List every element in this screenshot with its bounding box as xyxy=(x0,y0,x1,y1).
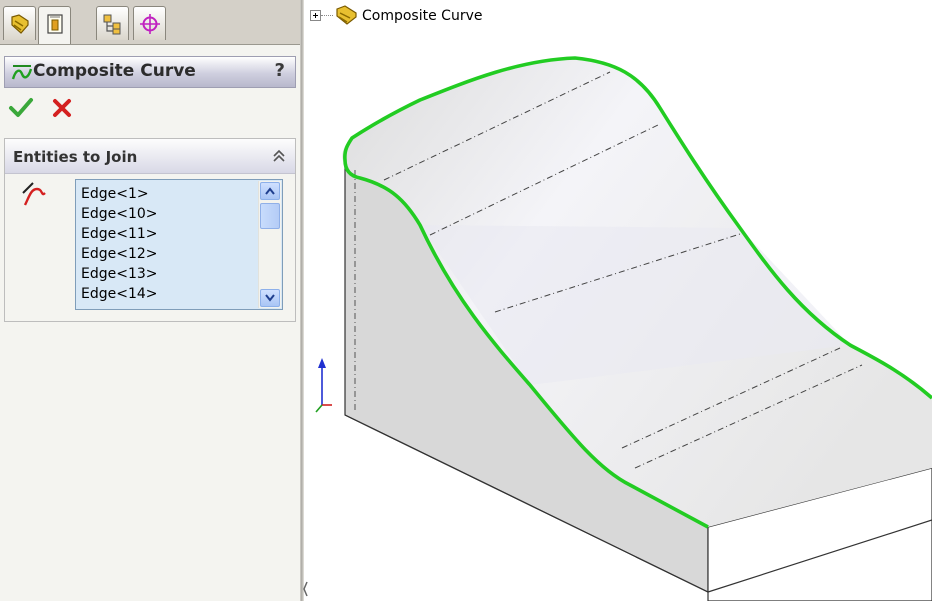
expand-icon[interactable] xyxy=(310,10,321,21)
edge-selection-icon xyxy=(22,182,46,206)
cancel-button[interactable] xyxy=(50,96,74,124)
panel-tabs xyxy=(0,0,300,45)
property-manager-title: Composite Curve xyxy=(33,61,196,81)
scroll-down-button[interactable] xyxy=(260,289,280,307)
group-title: Entities to Join xyxy=(13,148,138,166)
part-feature-icon xyxy=(336,5,357,25)
chevron-up-icon xyxy=(265,187,275,195)
feature-tree-icon xyxy=(11,14,29,34)
composite-curve-icon xyxy=(11,65,33,80)
list-item[interactable]: Edge<11> xyxy=(81,224,282,244)
ok-button[interactable] xyxy=(8,96,34,124)
feature-tree-item[interactable]: Composite Curve xyxy=(306,4,526,28)
action-buttons xyxy=(6,94,86,124)
scroll-up-button[interactable] xyxy=(260,182,280,200)
list-item[interactable]: Edge<14> xyxy=(81,284,282,304)
propertymanager-tab[interactable] xyxy=(38,6,71,44)
checkmark-icon xyxy=(9,98,33,117)
double-chevron-up-icon[interactable] xyxy=(271,148,287,164)
panel-splitter[interactable] xyxy=(300,0,304,601)
property-manager-titlebar: Composite Curve ? xyxy=(4,56,296,88)
dimxpert-tab[interactable] xyxy=(133,6,166,40)
chevron-down-icon xyxy=(265,294,275,302)
configurationmanager-tab[interactable] xyxy=(96,6,129,40)
listbox-scrollbar[interactable] xyxy=(258,181,281,308)
crosshair-icon xyxy=(140,14,160,34)
entities-to-join-group: Entities to Join Edge<1> Edge<10> Edge<1… xyxy=(4,138,296,322)
list-item[interactable]: Edge<1> xyxy=(81,184,282,204)
list-item[interactable]: Edge<13> xyxy=(81,264,282,284)
help-button[interactable]: ? xyxy=(275,60,285,81)
group-header[interactable]: Entities to Join xyxy=(5,139,295,174)
feature-tree-item-label: Composite Curve xyxy=(362,8,483,24)
origin-triad xyxy=(315,358,332,413)
featuremanager-tab[interactable] xyxy=(3,6,36,40)
list-item[interactable]: Edge<12> xyxy=(81,244,282,264)
list-item[interactable]: Edge<10> xyxy=(81,204,282,224)
tree-connector xyxy=(321,15,333,17)
scroll-thumb[interactable] xyxy=(260,203,280,229)
entities-listbox[interactable]: Edge<1> Edge<10> Edge<11> Edge<12> Edge<… xyxy=(75,179,283,310)
property-sheet-icon xyxy=(47,14,63,34)
x-icon xyxy=(53,99,71,117)
graphics-viewport[interactable] xyxy=(306,28,932,601)
property-manager-panel: Composite Curve ? Entities to Join Edge<… xyxy=(0,0,300,601)
configuration-icon xyxy=(103,14,121,35)
